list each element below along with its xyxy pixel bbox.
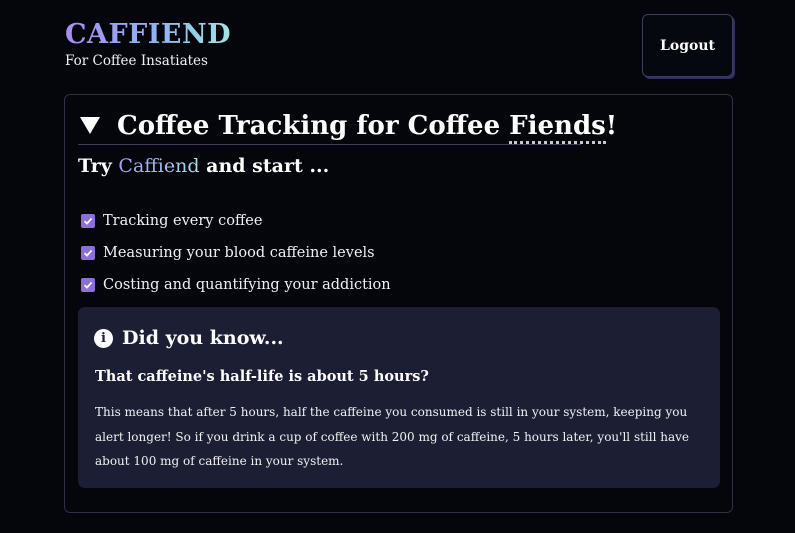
feature-item: Measuring your blood caffeine levels	[81, 237, 391, 269]
disclosure-triangle-icon	[80, 117, 100, 134]
feature-label: Costing and quantifying your addiction	[103, 277, 391, 293]
brand: CAFFIEND For Coffee Insatiates	[65, 18, 231, 69]
did-you-know-box: i Did you know... That caffeine's half-l…	[78, 307, 720, 488]
page: CAFFIEND For Coffee Insatiates Logout Co…	[0, 0, 795, 533]
try-suffix: and start ...	[199, 155, 330, 177]
checkbox-checked-icon	[81, 246, 95, 260]
feature-list: Tracking every coffee Measuring your blo…	[81, 205, 391, 301]
did-you-know-body: This means that after 5 hours, half the …	[95, 405, 690, 468]
feature-item: Tracking every coffee	[81, 205, 391, 237]
checkbox-checked-icon	[81, 214, 95, 228]
try-brand: Caffiend	[118, 155, 200, 177]
intro-card: Coffee Tracking for Coffee Fiends! Try C…	[64, 94, 733, 513]
feature-label: Tracking every coffee	[103, 213, 263, 229]
intro-heading-prefix: Coffee Tracking for Coffee	[117, 110, 510, 141]
did-you-know-header: i Did you know...	[94, 327, 284, 349]
try-caffiend-heading: Try Caffiend and start ...	[78, 155, 329, 177]
try-prefix: Try	[78, 155, 119, 177]
did-you-know-subtitle: That caffeine's half-life is about 5 hou…	[95, 368, 429, 385]
fiends-abbr: Fiends	[509, 110, 606, 144]
intro-heading: Coffee Tracking for Coffee Fiends!	[117, 108, 617, 144]
intro-heading-suffix: !	[605, 110, 618, 141]
feature-label: Measuring your blood caffeine levels	[103, 245, 375, 261]
brand-subtitle: For Coffee Insatiates	[65, 53, 208, 69]
checkbox-checked-icon	[81, 278, 95, 292]
intro-disclosure-summary[interactable]: Coffee Tracking for Coffee Fiends!	[78, 107, 617, 145]
feature-item: Costing and quantifying your addiction	[81, 269, 391, 301]
did-you-know-title: Did you know...	[122, 327, 284, 349]
brand-title: CAFFIEND	[65, 19, 232, 50]
info-icon: i	[94, 328, 113, 348]
logout-button[interactable]: Logout	[642, 14, 733, 77]
